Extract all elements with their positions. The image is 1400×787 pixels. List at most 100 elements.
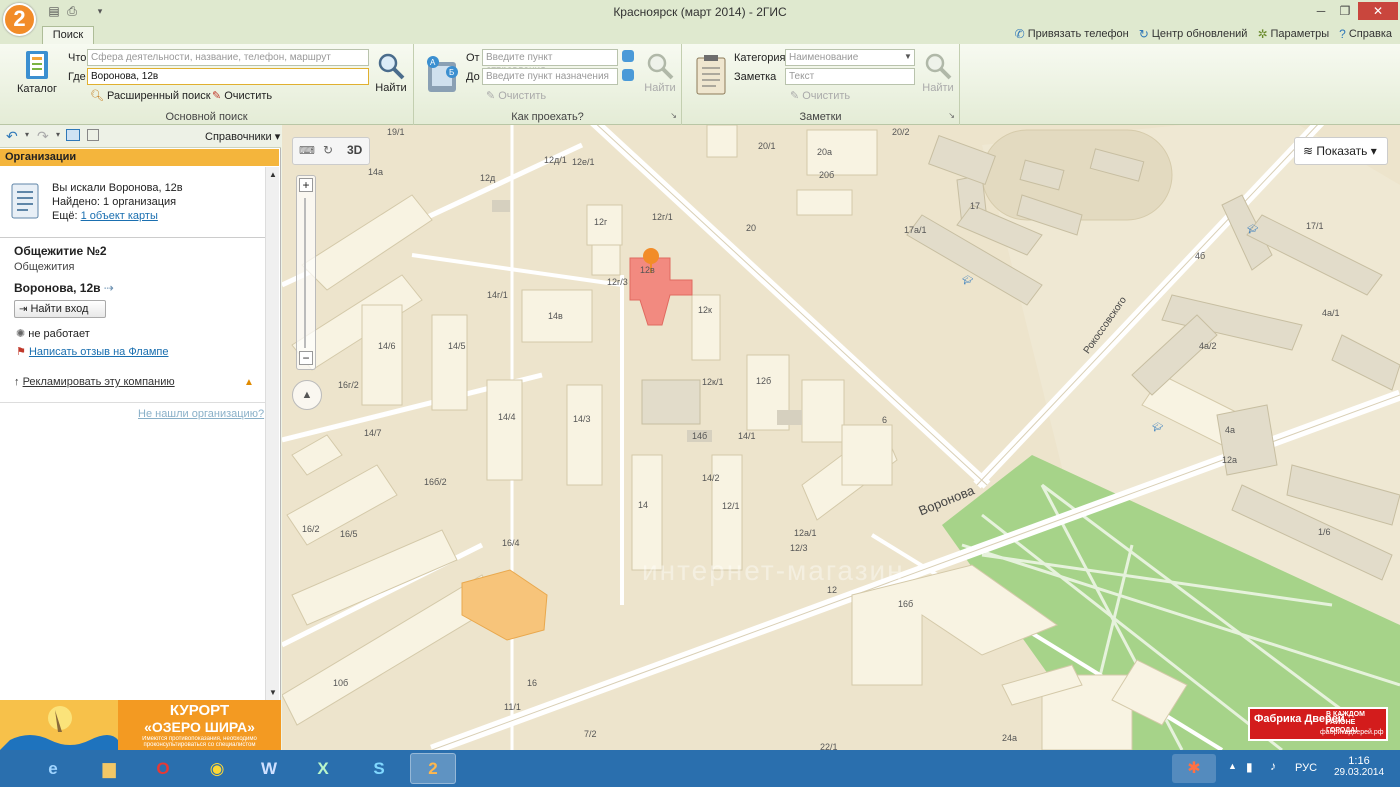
directories-dropdown[interactable]: Справочники ▾ (205, 130, 280, 143)
find-button[interactable]: Найти (372, 52, 410, 94)
basic-search-group: Каталог Что Сфера деятельности, название… (0, 44, 414, 125)
resort-line2: «ОЗЕРО ШИРА» (144, 719, 255, 735)
house-number-label: 19/1 (387, 127, 405, 137)
app-logo[interactable]: 2 (3, 3, 36, 36)
map-canvas[interactable]: 🎓︎ 🎓︎ 🎓︎ (282, 125, 1400, 750)
word-icon[interactable]: W (246, 753, 292, 784)
notepad-icon (696, 55, 726, 95)
divider-2 (0, 402, 265, 403)
not-found-link[interactable]: Не нашли организацию? (138, 408, 264, 420)
folder-icon[interactable]: ▤ (46, 4, 62, 18)
back-dropdown-icon[interactable]: ▾ (25, 130, 29, 139)
resort-logo-icon (0, 700, 118, 750)
route-find-button[interactable]: Найти (642, 52, 678, 94)
from-pin-icon[interactable] (622, 50, 634, 62)
where-label: Где (68, 71, 86, 83)
zoom-in-button[interactable]: + (299, 178, 313, 192)
language-indicator[interactable]: РУС (1295, 762, 1317, 774)
minimize-button[interactable]: ─ (1310, 2, 1332, 20)
to-input[interactable]: Введите пункт назначения (482, 68, 618, 85)
from-input[interactable]: Введите пункт отправления (482, 49, 618, 76)
notes-expand-icon[interactable]: ↘ (948, 111, 955, 120)
link-updates[interactable]: ↻ Центр обновлений (1139, 27, 1248, 41)
route-group: AБ От Введите пункт отправления До Введи… (414, 44, 682, 125)
category-select[interactable]: Наименование (785, 49, 915, 66)
advertise-row[interactable]: ↑ Рекламировать эту компанию (14, 376, 175, 388)
back-icon[interactable]: ↶ (6, 128, 18, 145)
searched-text: Вы искали Воронова, 12в (52, 182, 183, 194)
mode-3d-button[interactable]: 3D (347, 143, 362, 157)
org-category[interactable]: Общежития (14, 261, 74, 273)
chevron-down-icon[interactable]: ▼ (904, 52, 912, 61)
opera-icon[interactable]: O (140, 753, 186, 784)
resort-ad-banner[interactable]: КУРОРТ «ОЗЕРО ШИРА» Имеются противопоказ… (0, 700, 281, 750)
restore-button[interactable]: ❐ (1334, 2, 1356, 20)
scrollbar[interactable]: ▲ ▼ (265, 167, 279, 700)
zoom-out-button[interactable]: − (299, 351, 313, 365)
2gis-taskbar-icon[interactable]: 2 (410, 753, 456, 784)
network-icon[interactable]: ▮ (1246, 760, 1253, 774)
tray-expand-icon[interactable]: ▲ (1228, 761, 1237, 771)
rotate-icon[interactable]: ↻ (323, 143, 333, 157)
catalog-button[interactable]: Каталог (14, 49, 60, 95)
house-number-label: 14/7 (364, 428, 382, 438)
review-link[interactable]: Написать отзыв на Флампе (29, 346, 169, 358)
print-list-icon[interactable] (87, 129, 99, 141)
clock[interactable]: 1:16 29.03.2014 (1328, 755, 1390, 778)
left-toolbar: ↶ ▾ ↷ ▾ Справочники ▾ (0, 125, 281, 148)
org-address[interactable]: Воронова, 12в ⇢ (14, 281, 114, 295)
map-view-controls: ⌨ ↻ 3D (292, 137, 370, 165)
notes-find-button[interactable]: Найти (920, 52, 956, 94)
keyboard-icon[interactable]: ⌨ (299, 144, 315, 157)
map-view[interactable]: 🎓︎ 🎓︎ 🎓︎ Воронова Рокоссовского 19/1 12д/… (282, 125, 1400, 750)
compass-icon[interactable]: ▲ (292, 380, 322, 410)
house-number-label: 20/1 (758, 141, 776, 151)
find-entrance-button[interactable]: ⇥ Найти вход (14, 300, 106, 318)
chrome-icon[interactable]: ◉ (194, 753, 240, 784)
notes-clear-button[interactable]: ✎ Очистить (790, 89, 850, 103)
scroll-down-icon[interactable]: ▼ (269, 688, 277, 697)
house-number-label: 16/5 (340, 529, 358, 539)
explorer-icon[interactable]: ▆ (86, 753, 132, 784)
note-input[interactable]: Текст (785, 68, 915, 85)
tab-search[interactable]: Поиск (42, 26, 94, 45)
where-input[interactable]: Воронова, 12в (87, 68, 369, 85)
scroll-up-icon[interactable]: ▲ (269, 170, 277, 179)
close-button[interactable]: ✕ (1358, 2, 1398, 20)
house-number-label: 12г/1 (652, 212, 673, 222)
note-label: Заметка (734, 71, 777, 83)
ie-icon[interactable]: e (30, 753, 76, 784)
quick-access-dropdown-icon[interactable]: ▾ (92, 4, 108, 18)
house-number-label: 16б/2 (424, 477, 447, 487)
to-pin-icon[interactable] (622, 69, 634, 81)
link-settings[interactable]: ✲ Параметры (1257, 27, 1329, 41)
skype-icon[interactable]: S (356, 753, 402, 784)
org-name[interactable]: Общежитие №2 (14, 244, 107, 258)
route-clear-button[interactable]: ✎ Очистить (486, 89, 546, 103)
link-phone[interactable]: ✆ Привязать телефон (1015, 27, 1129, 41)
door-factory-ad[interactable]: Фабрика Дверей В КАЖДОМ РАЙОНЕ ГОРОДА! ф… (1248, 707, 1388, 741)
link-help[interactable]: ? Справка (1339, 27, 1392, 41)
zoom-slider-track[interactable] (304, 198, 306, 348)
clear-button[interactable]: ✎ Очистить (212, 89, 272, 103)
house-number-label: 14/3 (573, 414, 591, 424)
excel-icon[interactable]: X (300, 753, 346, 784)
house-number-label: 4б (1195, 251, 1206, 261)
house-number-label: 11/1 (504, 702, 521, 712)
volume-icon[interactable]: ♪ (1270, 759, 1276, 773)
map-object-link[interactable]: 1 объект карты (81, 210, 158, 222)
forward-dropdown-icon[interactable]: ▾ (56, 130, 60, 139)
list-view-icon[interactable] (66, 129, 80, 141)
show-layers-button[interactable]: ≋ Показать ▾ (1294, 137, 1388, 165)
route-expand-icon[interactable]: ↘ (670, 111, 677, 120)
tray-app-icon[interactable]: ✱ (1172, 754, 1216, 783)
advanced-search-button[interactable]: 🔍︎ Расширенный поиск (90, 89, 211, 103)
status-row: ✺ не работает (16, 328, 90, 340)
house-number-label: 12е/1 (572, 157, 595, 167)
house-number-label: 20а (817, 147, 833, 157)
house-number-label: 10б (333, 678, 349, 688)
print-icon[interactable]: ⎙ (64, 4, 80, 18)
what-input[interactable]: Сфера деятельности, название, телефон, м… (87, 49, 369, 66)
forward-icon[interactable]: ↷ (37, 128, 49, 145)
house-number-label: 14/1 (738, 431, 756, 441)
